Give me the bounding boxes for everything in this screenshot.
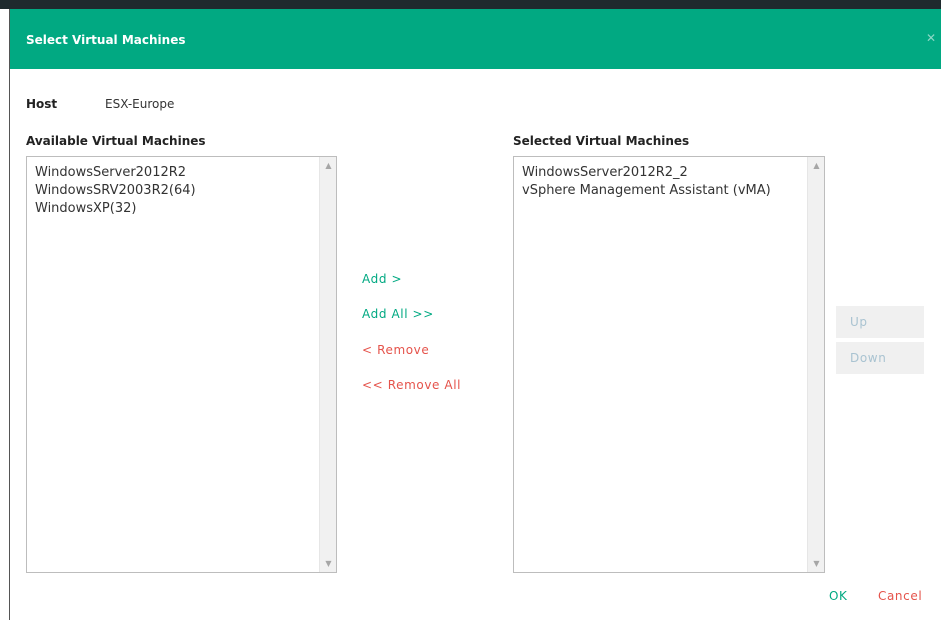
select-vms-dialog: Select Virtual Machines ✕ Host ESX-Europ…	[9, 9, 941, 620]
list-item[interactable]: WindowsServer2012R2_2	[522, 164, 804, 182]
close-icon[interactable]: ✕	[926, 31, 936, 45]
list-item[interactable]: WindowsSRV2003R2(64)	[35, 182, 316, 200]
list-item[interactable]: WindowsServer2012R2	[35, 164, 316, 182]
selected-scrollbar[interactable]: ▲ ▼	[807, 157, 824, 572]
scroll-up-arrow-icon[interactable]: ▲	[808, 161, 825, 170]
scroll-down-arrow-icon[interactable]: ▼	[808, 559, 825, 568]
add-button[interactable]: Add >	[362, 272, 402, 286]
selected-vms-title: Selected Virtual Machines	[513, 134, 690, 148]
list-item[interactable]: vSphere Management Assistant (vMA)	[522, 182, 804, 200]
cancel-button[interactable]: Cancel	[878, 589, 922, 603]
selected-vms-list[interactable]: WindowsServer2012R2_2 vSphere Management…	[513, 156, 825, 573]
background-app-strip	[0, 0, 941, 9]
host-label: Host	[26, 97, 58, 111]
dialog-title: Select Virtual Machines	[26, 33, 186, 47]
available-vms-title: Available Virtual Machines	[26, 134, 206, 148]
dialog-header: Select Virtual Machines ✕	[10, 9, 941, 69]
scroll-down-arrow-icon[interactable]: ▼	[320, 559, 337, 568]
remove-all-button[interactable]: << Remove All	[362, 378, 461, 392]
ok-button[interactable]: OK	[829, 589, 848, 603]
remove-button[interactable]: < Remove	[362, 343, 429, 357]
add-all-button[interactable]: Add All >>	[362, 307, 434, 321]
host-value: ESX-Europe	[105, 97, 175, 111]
scroll-up-arrow-icon[interactable]: ▲	[320, 161, 337, 170]
list-item[interactable]: WindowsXP(32)	[35, 200, 316, 218]
available-scrollbar[interactable]: ▲ ▼	[319, 157, 336, 572]
move-up-button[interactable]: Up	[836, 306, 924, 338]
available-vms-list[interactable]: WindowsServer2012R2 WindowsSRV2003R2(64)…	[26, 156, 337, 573]
move-down-button[interactable]: Down	[836, 342, 924, 374]
